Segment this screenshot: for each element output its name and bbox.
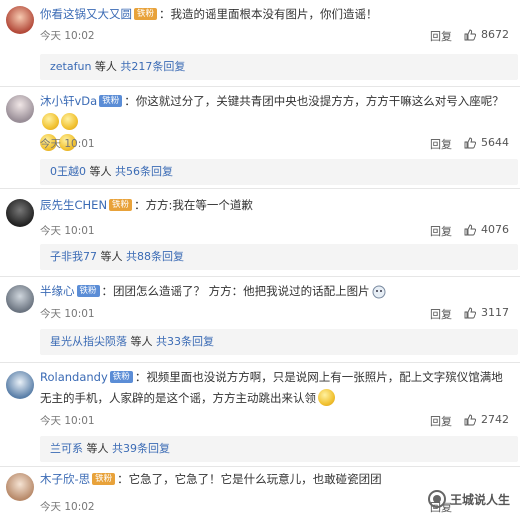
thumbs-up-icon <box>464 29 476 40</box>
divider <box>0 86 520 87</box>
comment-text: 你看这锅又大又圆 铁粉 ：我造的谣里面根本没有图片，你们造谣！ <box>40 7 378 21</box>
username[interactable]: 你看这锅又大又圆 <box>40 7 132 21</box>
avatar[interactable] <box>6 371 34 399</box>
reply-button[interactable]: 回复 <box>430 413 452 429</box>
smile-emoji-icon <box>42 113 59 130</box>
watermark-text: 王城说人生 <box>450 492 511 507</box>
thumbs-up-icon <box>464 137 476 148</box>
reply-thread-user[interactable]: 子非我77 <box>50 250 97 263</box>
like-button[interactable]: 5644 <box>464 136 509 149</box>
divider <box>0 276 520 277</box>
reply-thread-user[interactable]: 0王越0 <box>50 165 86 178</box>
comment-content: 它急了，它急了！它是什么玩意儿，也敢碰瓷团团 <box>128 472 382 486</box>
thumbs-up-icon <box>464 307 476 318</box>
reply-thread[interactable]: zetafun 等人 共217条回复 <box>40 54 518 80</box>
like-count: 3117 <box>481 306 509 319</box>
fan-badge: 铁粉 <box>109 370 133 383</box>
reply-thread-user[interactable]: 兰可系 <box>50 442 83 455</box>
reply-thread-count[interactable]: 共88条回复 <box>126 250 184 263</box>
wechat-logo-icon <box>428 490 446 508</box>
timestamp: 今天 10:02 <box>40 501 95 513</box>
thumbs-up-icon <box>464 224 476 235</box>
timestamp: 今天 10:02 <box>40 30 95 42</box>
comment-text: Rolandandy 铁粉 ：视频里面也没说方方啊，只是说网上有一张照片，配上文字殡… <box>40 370 503 406</box>
thumbs-up-icon <box>464 414 476 425</box>
fan-badge: 铁粉 <box>76 284 100 297</box>
divider <box>0 466 520 467</box>
divider <box>0 188 520 189</box>
reply-button[interactable]: 回复 <box>430 28 452 44</box>
avatar[interactable] <box>6 95 34 123</box>
username[interactable]: 木子欣-思 <box>40 472 90 486</box>
watermark: 王城说人生 <box>428 490 510 508</box>
username[interactable]: 辰先生CHEN <box>40 198 107 212</box>
smile-emoji-icon <box>61 113 78 130</box>
reply-thread[interactable]: 0王越0 等人 共56条回复 <box>40 159 518 185</box>
like-button[interactable]: 3117 <box>464 306 509 319</box>
like-button[interactable]: 4076 <box>464 223 509 236</box>
like-count: 8672 <box>481 28 509 41</box>
fan-badge: 铁粉 <box>134 7 158 20</box>
fan-badge: 铁粉 <box>92 472 116 485</box>
like-button[interactable]: 8672 <box>464 28 509 41</box>
reply-thread[interactable]: 子非我77 等人 共88条回复 <box>40 244 518 270</box>
comment-content: 我造的谣里面根本没有图片，你们造谣！ <box>170 7 378 21</box>
fan-badge: 铁粉 <box>99 94 123 107</box>
reply-thread-user[interactable]: 星光从指尖陨落 <box>50 335 127 348</box>
timestamp: 今天 10:01 <box>40 225 95 237</box>
like-button[interactable]: 2742 <box>464 413 509 426</box>
face-emoji-icon <box>372 285 386 298</box>
reply-button[interactable]: 回复 <box>430 306 452 322</box>
reply-thread-count[interactable]: 共217条回复 <box>120 60 185 73</box>
username[interactable]: 沐小轩vDa <box>40 94 97 108</box>
fan-badge: 铁粉 <box>109 198 133 211</box>
reply-thread-count[interactable]: 共39条回复 <box>112 442 170 455</box>
avatar[interactable] <box>6 473 34 501</box>
comment-text: 木子欣-思 铁粉 ：它急了，它急了！它是什么玩意儿，也敢碰瓷团团 <box>40 472 382 486</box>
like-count: 5644 <box>481 136 509 149</box>
username[interactable]: 半缘心 <box>40 284 75 298</box>
smile-emoji-icon <box>318 389 335 406</box>
timestamp: 今天 10:01 <box>40 415 95 427</box>
like-count: 4076 <box>481 223 509 236</box>
timestamp: 今天 10:01 <box>40 138 95 150</box>
like-count: 2742 <box>481 413 509 426</box>
reply-button[interactable]: 回复 <box>430 223 452 239</box>
avatar[interactable] <box>6 199 34 227</box>
divider <box>0 362 520 363</box>
comment-content: 团团怎么造谣了？ 方方：他把我说过的话配上图片 <box>113 284 370 298</box>
reply-thread[interactable]: 兰可系 等人 共39条回复 <box>40 436 518 462</box>
comment-content: 方方:我在等一个道歉 <box>145 198 253 212</box>
comment-text: 半缘心 铁粉 ：团团怎么造谣了？ 方方：他把我说过的话配上图片 <box>40 281 512 302</box>
comment-text: 辰先生CHEN 铁粉 ：方方:我在等一个道歉 <box>40 198 253 212</box>
reply-thread-count[interactable]: 共56条回复 <box>115 165 173 178</box>
comment-content: 你这就过分了，关键共青团中央也没提方方，方方干嘛这么对号入座呢？ <box>135 94 504 108</box>
reply-thread-count[interactable]: 共33条回复 <box>156 335 214 348</box>
username[interactable]: Rolandandy <box>40 370 108 384</box>
reply-thread[interactable]: 星光从指尖陨落 等人 共33条回复 <box>40 329 518 355</box>
avatar[interactable] <box>6 6 34 34</box>
reply-button[interactable]: 回复 <box>430 136 452 152</box>
avatar[interactable] <box>6 285 34 313</box>
timestamp: 今天 10:01 <box>40 308 95 320</box>
reply-thread-user[interactable]: zetafun <box>50 60 91 73</box>
